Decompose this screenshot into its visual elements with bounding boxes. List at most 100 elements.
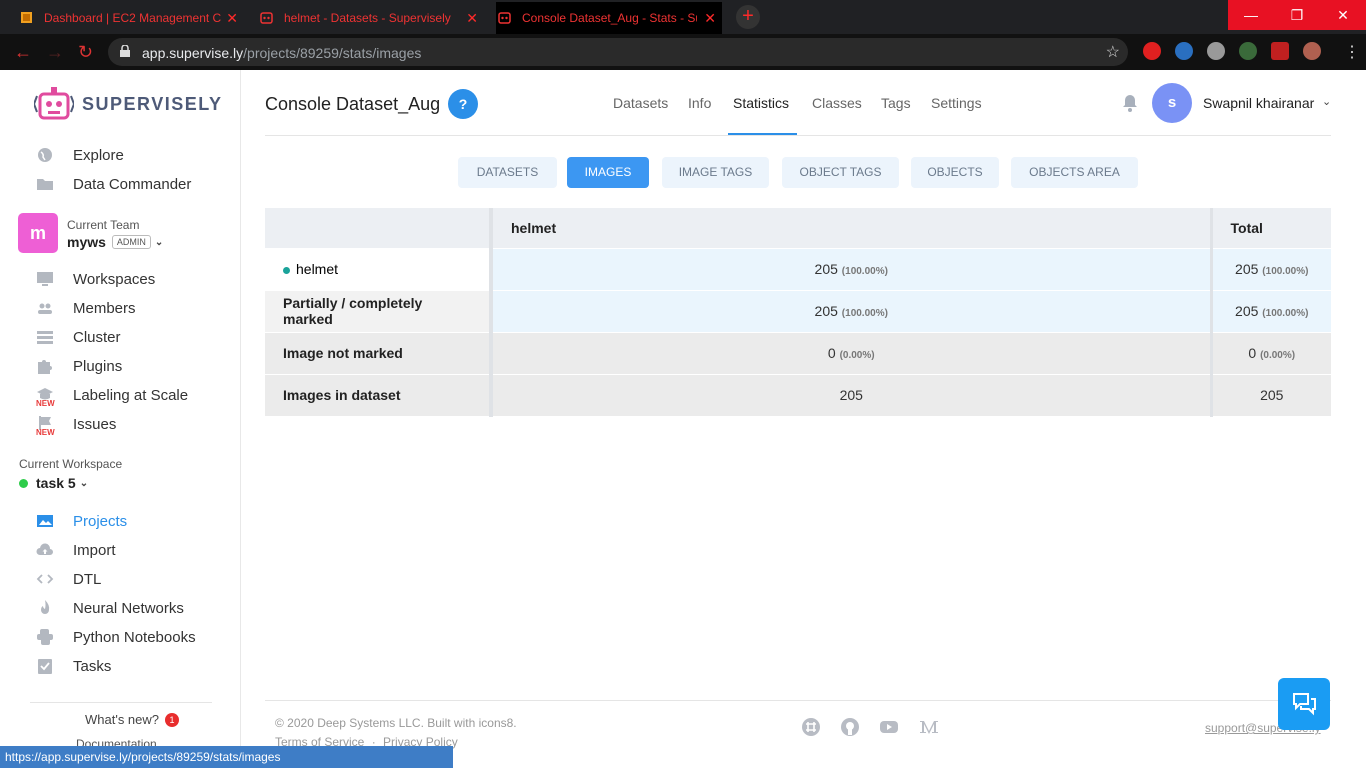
table-cell: 0 (0.00%) xyxy=(1209,332,1331,375)
sidebar-item-labeling-at-scale[interactable]: NEW Labeling at Scale xyxy=(36,386,188,409)
download-extension-icon[interactable] xyxy=(1207,42,1225,60)
adblock-extension-icon[interactable] xyxy=(1143,42,1161,60)
sidebar-item-label: Cluster xyxy=(73,328,121,346)
column-header: helmet xyxy=(491,208,1211,249)
sidebar-divider xyxy=(30,702,212,703)
browser-tab-ec2[interactable]: Dashboard | EC2 Management C ✕ xyxy=(18,2,244,34)
back-icon[interactable]: ← xyxy=(14,42,32,63)
cell-value: 205 xyxy=(1235,303,1259,319)
supervisely-favicon-icon xyxy=(260,12,273,24)
bookmark-star-icon[interactable]: ☆ xyxy=(1106,42,1120,62)
url-path: /projects/89259/stats/images xyxy=(243,45,422,61)
sidebar-item-projects[interactable]: Projects xyxy=(36,512,127,530)
sidebar-item-label: Python Notebooks xyxy=(73,628,196,646)
new-tab-button[interactable]: + xyxy=(736,5,760,29)
forward-icon[interactable]: → xyxy=(46,42,64,63)
table-cell: 205 (100.00%) xyxy=(491,248,1211,291)
tab-title: helmet - Datasets - Supervisely xyxy=(284,11,451,25)
stat-tab-datasets[interactable]: DATASETS xyxy=(458,157,557,188)
cell-value: 0 xyxy=(827,345,836,361)
sidebar-item-plugins[interactable]: Plugins xyxy=(36,357,122,375)
lock-icon xyxy=(120,45,130,57)
user-name[interactable]: Swapnil khairanar xyxy=(1203,95,1314,111)
aws-favicon-icon xyxy=(21,12,32,23)
sidebar-item-label: Neural Networks xyxy=(73,599,184,617)
monitor-icon xyxy=(37,272,53,286)
close-tab-icon[interactable]: ✕ xyxy=(226,10,238,27)
sidebar-item-import[interactable]: Import xyxy=(36,541,116,559)
python-icon xyxy=(37,629,53,645)
slack-icon[interactable] xyxy=(801,717,821,737)
tab-classes[interactable]: Classes xyxy=(812,95,862,111)
flame-icon xyxy=(41,600,50,614)
tab-info[interactable]: Info xyxy=(688,95,711,111)
row-label: Partially / completely marked xyxy=(265,290,493,333)
cell-value: 0 xyxy=(1248,345,1257,361)
sidebar-item-neural-networks[interactable]: Neural Networks xyxy=(36,599,184,617)
table-cell: 205 xyxy=(491,374,1211,417)
browser-tab-stats[interactable]: Console Dataset_Aug - Stats - Su ✕ xyxy=(496,2,722,34)
status-dot xyxy=(19,478,28,488)
tab-datasets[interactable]: Datasets xyxy=(613,95,668,111)
sidebar-item-cluster[interactable]: Cluster xyxy=(36,328,121,346)
sidebar-item-label: Issues xyxy=(73,415,117,433)
browser-tab-helmet[interactable]: helmet - Datasets - Supervisely ✕ xyxy=(258,2,484,34)
youtube-icon[interactable] xyxy=(879,717,899,737)
stat-tab-images[interactable]: IMAGES xyxy=(567,157,649,188)
table-cell: 205 (100.00%) xyxy=(1209,248,1331,291)
browser-menu-icon[interactable]: ⋮ xyxy=(1344,42,1360,62)
close-tab-icon[interactable]: ✕ xyxy=(466,10,478,27)
members-icon xyxy=(38,303,52,314)
cell-percent: (100.00%) xyxy=(1262,308,1309,319)
brand-name: SUPERVISELY xyxy=(82,93,223,114)
cloud-upload-icon xyxy=(36,543,53,555)
workspace-selector[interactable]: task 5 ⌄ xyxy=(19,475,88,491)
github-icon[interactable] xyxy=(840,717,860,737)
minimize-button[interactable]: — xyxy=(1228,0,1274,30)
whats-new-link[interactable]: What's new? 1 xyxy=(85,712,180,727)
sidebar-item-python-notebooks[interactable]: Python Notebooks xyxy=(36,628,196,646)
medium-icon[interactable] xyxy=(919,717,939,737)
table-row: helmet 205 (100.00%) 205 (100.00%) xyxy=(265,248,1331,291)
tab-statistics[interactable]: Statistics xyxy=(733,95,789,111)
workspace-caption: Current Workspace xyxy=(19,457,123,471)
tab-tags[interactable]: Tags xyxy=(881,95,911,111)
sidebar-item-members[interactable]: Members xyxy=(36,299,136,317)
tab-settings[interactable]: Settings xyxy=(931,95,982,111)
sidebar-item-workspaces[interactable]: Workspaces xyxy=(36,270,155,288)
chevron-down-icon: ⌄ xyxy=(79,477,89,489)
chat-button[interactable] xyxy=(1278,678,1330,730)
class-name: helmet xyxy=(296,261,339,277)
extension-icon[interactable] xyxy=(1239,42,1257,60)
sidebar-item-explore[interactable]: Explore xyxy=(36,146,124,164)
table-cell: 0 (0.00%) xyxy=(491,332,1211,375)
profile-avatar-icon[interactable] xyxy=(1303,42,1321,60)
close-tab-icon[interactable]: ✕ xyxy=(704,10,716,27)
team-caption: Current Team xyxy=(67,218,140,232)
chevron-down-icon[interactable]: ⌄ xyxy=(1322,95,1331,108)
close-window-button[interactable]: ✕ xyxy=(1320,0,1366,30)
url-text: app.supervise.ly/projects/89259/stats/im… xyxy=(142,45,421,61)
cell-percent: (100.00%) xyxy=(841,308,888,319)
stat-tab-objects[interactable]: OBJECTS xyxy=(911,157,999,188)
bell-icon[interactable] xyxy=(1122,94,1138,112)
sidebar-item-label: Plugins xyxy=(73,357,123,375)
sidebar-item-data-commander[interactable]: Data Commander xyxy=(36,175,191,193)
maximize-button[interactable]: ❐ xyxy=(1274,0,1320,30)
help-button[interactable]: ? xyxy=(448,89,478,119)
url-bar[interactable]: app.supervise.ly/projects/89259/stats/im… xyxy=(108,38,1128,66)
stat-tab-object-tags[interactable]: OBJECT TAGS xyxy=(782,157,899,188)
stat-tab-objects-area[interactable]: OBJECTS AREA xyxy=(1011,157,1138,188)
sidebar-item-label: Members xyxy=(73,299,136,317)
sidebar-item-tasks[interactable]: Tasks xyxy=(36,657,111,675)
team-selector[interactable]: m Current Team myws ADMIN ⌄ xyxy=(18,213,163,253)
stat-tab-image-tags[interactable]: IMAGE TAGS xyxy=(662,157,769,188)
tab-title: Dashboard | EC2 Management C xyxy=(44,11,222,25)
brand-logo[interactable]: SUPERVISELY xyxy=(34,86,223,122)
sidebar-item-issues[interactable]: NEW Issues xyxy=(36,415,117,438)
extension-icon[interactable] xyxy=(1175,42,1193,60)
reload-icon[interactable]: ↻ xyxy=(78,42,93,63)
puzzle-extension-icon[interactable] xyxy=(1271,42,1289,60)
avatar[interactable]: s xyxy=(1152,83,1192,123)
sidebar-item-dtl[interactable]: DTL xyxy=(36,570,101,588)
